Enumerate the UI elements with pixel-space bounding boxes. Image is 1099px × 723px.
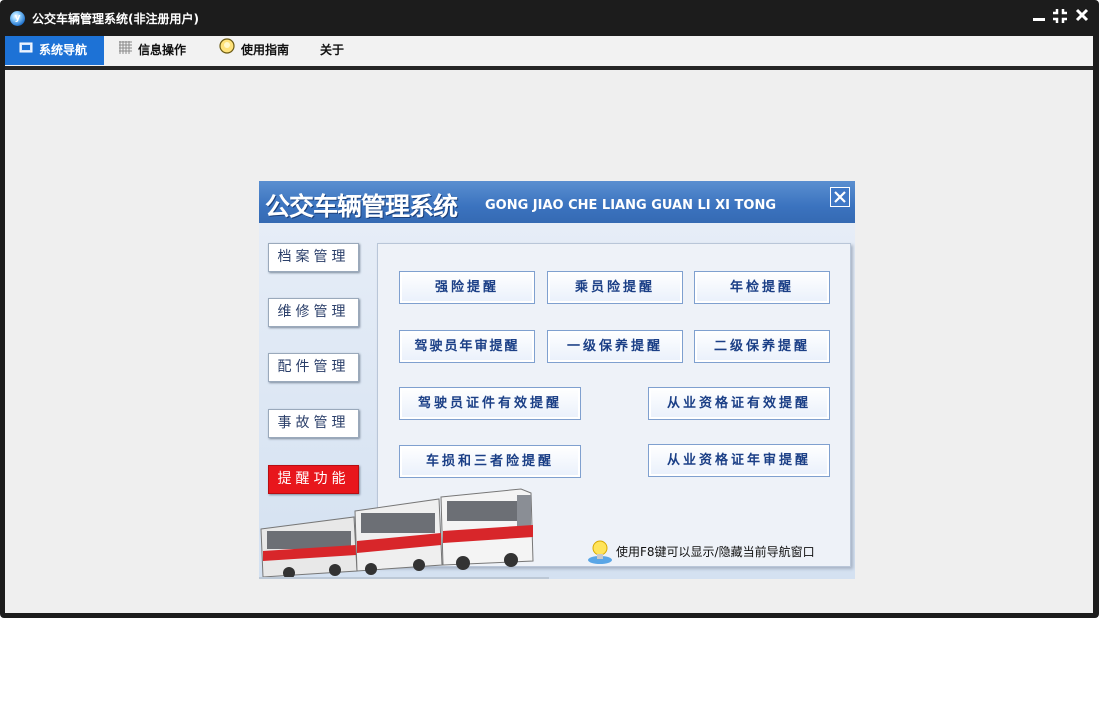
minimize-icon [1033, 18, 1045, 21]
panel-subtitle: GONG JIAO CHE LIANG GUAN LI XI TONG [485, 198, 776, 213]
app-window: y 公交车辆管理系统(非注册用户) 系统导航 信息操作 使用指南 关于 公交车辆… [0, 0, 1099, 618]
navigation-panel: 公交车辆管理系统 GONG JIAO CHE LIANG GUAN LI XI … [259, 181, 855, 579]
passenger-insurance-reminder-button[interactable]: 乘员险提醒 [547, 271, 683, 304]
parts-management-button[interactable]: 配件管理 [268, 353, 359, 382]
compulsory-insurance-reminder-button[interactable]: 强险提醒 [399, 271, 535, 304]
accident-management-button[interactable]: 事故管理 [268, 409, 359, 438]
bulb-icon [219, 36, 235, 65]
close-icon [1075, 8, 1089, 22]
menu-bar: 系统导航 信息操作 使用指南 关于 [5, 36, 1093, 66]
damage-third-party-insurance-reminder-button[interactable]: 车损和三者险提醒 [399, 445, 581, 478]
tab-label: 信息操作 [138, 43, 187, 57]
annual-inspection-reminder-button[interactable]: 年检提醒 [694, 271, 830, 304]
panel-header: 公交车辆管理系统 GONG JIAO CHE LIANG GUAN LI XI … [259, 181, 855, 223]
tab-system-nav[interactable]: 系统导航 [5, 36, 104, 65]
tab-about[interactable]: 关于 [307, 36, 359, 65]
close-button[interactable] [1073, 8, 1091, 26]
qualification-validity-reminder-button[interactable]: 从业资格证有效提醒 [648, 387, 830, 420]
repair-management-button[interactable]: 维修管理 [268, 298, 359, 327]
app-logo-icon: y [10, 11, 25, 26]
level2-maintenance-reminder-button[interactable]: 二级保养提醒 [694, 330, 830, 363]
close-icon [834, 191, 846, 203]
driver-annual-review-reminder-button[interactable]: 驾驶员年审提醒 [399, 330, 535, 363]
tab-label: 关于 [320, 43, 345, 57]
panel-close-button[interactable] [830, 187, 850, 207]
archive-management-button[interactable]: 档案管理 [268, 243, 359, 272]
tab-info-operation[interactable]: 信息操作 [104, 36, 206, 65]
qualification-annual-review-reminder-button[interactable]: 从业资格证年审提醒 [648, 444, 830, 477]
tab-user-guide[interactable]: 使用指南 [206, 36, 307, 65]
tab-label: 系统导航 [39, 43, 88, 57]
tab-label: 使用指南 [241, 43, 290, 57]
restore-icon [1053, 9, 1067, 23]
monitor-icon [19, 36, 33, 65]
panel-title: 公交车辆管理系统 [265, 192, 458, 221]
bus-illustration [259, 488, 549, 579]
title-bar[interactable]: y 公交车辆管理系统(非注册用户) [0, 0, 1099, 36]
driver-license-validity-reminder-button[interactable]: 驾驶员证件有效提醒 [399, 387, 581, 420]
restore-button[interactable] [1051, 8, 1069, 26]
grid-icon [119, 36, 132, 65]
level1-maintenance-reminder-button[interactable]: 一级保养提醒 [547, 330, 683, 363]
lightbulb-tip-icon [588, 540, 612, 564]
shortcut-tip: 使用F8键可以显示/隐藏当前导航窗口 [616, 545, 815, 559]
minimize-button[interactable] [1030, 8, 1048, 26]
window-title: 公交车辆管理系统(非注册用户) [32, 12, 199, 26]
